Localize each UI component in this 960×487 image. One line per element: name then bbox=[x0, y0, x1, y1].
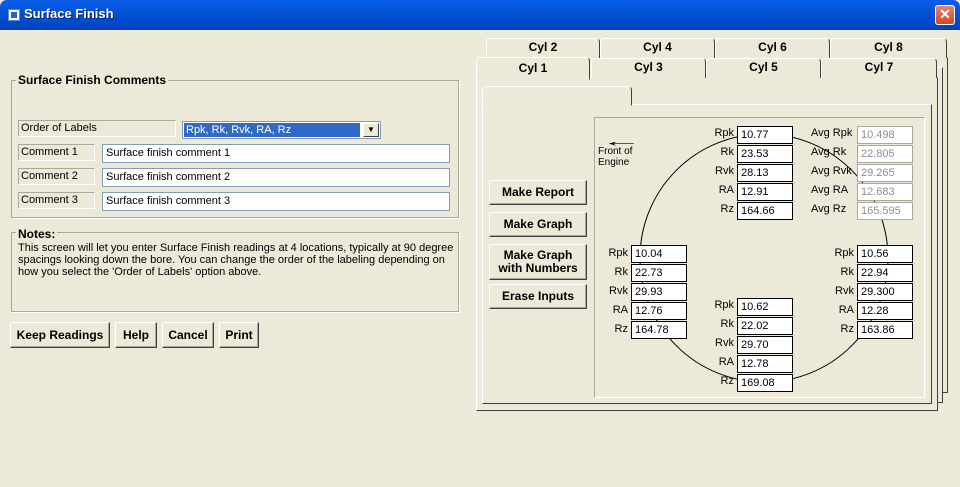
tab-cyl-5[interactable]: Cyl 5 bbox=[706, 58, 821, 78]
comment-2-label: Comment 2 bbox=[18, 168, 95, 185]
left-rvk-input[interactable]: 29.93 bbox=[631, 283, 687, 301]
right-ra-label: RA bbox=[838, 304, 854, 316]
tab-cyl-2[interactable]: Cyl 2 bbox=[486, 38, 600, 58]
notes-legend: Notes: bbox=[16, 227, 58, 241]
tab-cyl-6[interactable]: Cyl 6 bbox=[715, 38, 830, 58]
comment-3-label: Comment 3 bbox=[18, 192, 95, 209]
app-icon bbox=[8, 9, 20, 21]
order-of-labels-selected: Rpk, Rk, Rvk, RA, Rz bbox=[184, 123, 360, 137]
comments-legend: Surface Finish Comments bbox=[16, 73, 169, 87]
bottom-rz-label: Rz bbox=[720, 375, 734, 387]
avg-ra-label: Avg RA bbox=[811, 184, 849, 196]
front-of-engine-label: Front of Engine bbox=[598, 146, 633, 168]
avg-rk-value: 22.805 bbox=[857, 145, 913, 163]
top-ra-label: RA bbox=[718, 184, 734, 196]
avg-rvk-label: Avg Rvk bbox=[811, 165, 852, 177]
close-button[interactable]: ✕ bbox=[935, 5, 955, 25]
bottom-rvk-input[interactable]: 29.70 bbox=[737, 336, 793, 354]
notes-text: This screen will let you enter Surface F… bbox=[18, 242, 454, 278]
window-title: Surface Finish bbox=[24, 6, 114, 21]
right-rk-label: Rk bbox=[840, 266, 854, 278]
avg-rpk-value: 10.498 bbox=[857, 126, 913, 144]
bottom-rpk-label: Rpk bbox=[714, 299, 734, 311]
tab-cyl-4[interactable]: Cyl 4 bbox=[600, 38, 715, 58]
right-rz-input[interactable]: 163.86 bbox=[857, 321, 913, 339]
top-ra-input[interactable]: 12.91 bbox=[737, 183, 793, 201]
top-rvk-input[interactable]: 28.13 bbox=[737, 164, 793, 182]
tab-cyl-8[interactable]: Cyl 8 bbox=[830, 38, 947, 58]
left-ra-input[interactable]: 12.76 bbox=[631, 302, 687, 320]
tab-cyl-3[interactable]: Cyl 3 bbox=[591, 58, 706, 78]
top-rk-label: Rk bbox=[720, 146, 734, 158]
comment-2-field[interactable]: Surface finish comment 2 bbox=[102, 168, 450, 187]
left-rpk-label: Rpk bbox=[608, 247, 628, 259]
make-report-button[interactable]: Make Report bbox=[489, 180, 587, 205]
right-rpk-input[interactable]: 10.56 bbox=[857, 245, 913, 263]
right-rvk-label: Rvk bbox=[835, 285, 854, 297]
top-rpk-input[interactable]: 10.77 bbox=[737, 126, 793, 144]
tab-cyl-7[interactable]: Cyl 7 bbox=[821, 58, 937, 78]
bottom-rpk-input[interactable]: 10.62 bbox=[737, 298, 793, 316]
right-rk-input[interactable]: 22.94 bbox=[857, 264, 913, 282]
bottom-rz-input[interactable]: 169.08 bbox=[737, 374, 793, 392]
left-rpk-input[interactable]: 10.04 bbox=[631, 245, 687, 263]
right-rz-label: Rz bbox=[840, 323, 854, 335]
bottom-rvk-label: Rvk bbox=[715, 337, 734, 349]
left-rvk-label: Rvk bbox=[609, 285, 628, 297]
avg-rpk-label: Avg Rpk bbox=[811, 127, 853, 139]
top-rz-label: Rz bbox=[720, 203, 734, 215]
right-ra-input[interactable]: 12.28 bbox=[857, 302, 913, 320]
erase-inputs-button[interactable]: Erase Inputs bbox=[489, 284, 587, 309]
avg-rz-label: Avg Rz bbox=[811, 203, 847, 215]
order-of-labels-label: Order of Labels bbox=[18, 120, 176, 137]
top-rz-input[interactable]: 164.66 bbox=[737, 202, 793, 220]
help-button[interactable]: Help bbox=[115, 322, 157, 348]
left-rk-input[interactable]: 22.73 bbox=[631, 264, 687, 282]
right-rpk-label: Rpk bbox=[834, 247, 854, 259]
tab-cyl-1[interactable]: Cyl 1 bbox=[476, 57, 590, 80]
chevron-down-icon[interactable]: ▼ bbox=[363, 123, 379, 137]
avg-ra-value: 12.683 bbox=[857, 183, 913, 201]
make-graph-with-numbers-button[interactable]: Make Graph with Numbers bbox=[489, 244, 587, 280]
top-rvk-label: Rvk bbox=[715, 165, 734, 177]
print-button[interactable]: Print bbox=[219, 322, 259, 348]
make-graph-button[interactable]: Make Graph bbox=[489, 212, 587, 237]
avg-rk-label: Avg Rk bbox=[811, 146, 847, 158]
title-bar bbox=[0, 0, 960, 30]
cancel-button[interactable]: Cancel bbox=[162, 322, 214, 348]
left-rk-label: Rk bbox=[614, 266, 628, 278]
avg-rz-value: 165.595 bbox=[857, 202, 913, 220]
right-rvk-input[interactable]: 29.300 bbox=[857, 283, 913, 301]
top-rpk-label: Rpk bbox=[714, 127, 734, 139]
bottom-rk-input[interactable]: 22.02 bbox=[737, 317, 793, 335]
bottom-ra-input[interactable]: 12.78 bbox=[737, 355, 793, 373]
keep-readings-button[interactable]: Keep Readings bbox=[10, 322, 110, 348]
left-rz-input[interactable]: 164.78 bbox=[631, 321, 687, 339]
inner-page-tab bbox=[482, 86, 632, 106]
bottom-ra-label: RA bbox=[718, 356, 734, 368]
avg-rvk-value: 29.265 bbox=[857, 164, 913, 182]
comment-1-label: Comment 1 bbox=[18, 144, 95, 161]
order-of-labels-dropdown[interactable]: Rpk, Rk, Rvk, RA, Rz ▼ bbox=[182, 121, 381, 139]
comment-3-field[interactable]: Surface finish comment 3 bbox=[102, 192, 450, 211]
left-rz-label: Rz bbox=[614, 323, 628, 335]
comment-1-field[interactable]: Surface finish comment 1 bbox=[102, 144, 450, 163]
bottom-rk-label: Rk bbox=[720, 318, 734, 330]
top-rk-input[interactable]: 23.53 bbox=[737, 145, 793, 163]
left-ra-label: RA bbox=[612, 304, 628, 316]
